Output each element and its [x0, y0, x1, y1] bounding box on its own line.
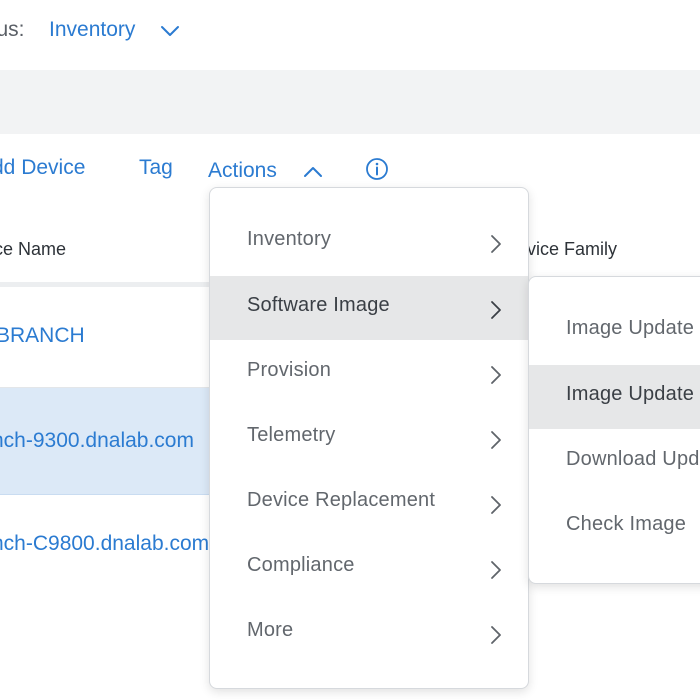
submenu-item-download-updates[interactable]: Download Updates — [529, 430, 700, 494]
chevron-right-icon — [491, 561, 501, 579]
column-header-device-family[interactable]: evice Family — [517, 239, 617, 260]
submenu-item-check-image[interactable]: Check Image — [529, 495, 700, 559]
app-window: cus: Inventory dd Device Tag Actions ce … — [0, 0, 700, 700]
focus-dropdown[interactable]: Inventory — [49, 18, 135, 42]
chevron-down-icon[interactable] — [159, 22, 181, 40]
submenu-item-label: Image Update — [566, 317, 695, 339]
chevron-right-icon — [491, 366, 501, 384]
device-name-link[interactable]: BRANCH — [0, 324, 85, 348]
menu-item-label: Telemetry — [247, 424, 336, 446]
submenu-item-label: Check Image — [566, 513, 687, 535]
chevron-up-icon[interactable] — [302, 164, 324, 180]
menu-item-label: Provision — [247, 359, 332, 381]
menu-item-more[interactable]: More — [210, 601, 528, 665]
info-icon[interactable] — [365, 157, 389, 181]
chevron-right-icon — [491, 235, 501, 253]
chevron-right-icon — [491, 431, 501, 449]
focus-bar: cus: Inventory — [0, 0, 700, 68]
menu-item-device-replacement[interactable]: Device Replacement — [210, 471, 528, 535]
submenu-item-image-update-selected[interactable]: Image Update — [529, 365, 700, 429]
filter-bar — [0, 70, 700, 134]
actions-button[interactable]: Actions — [208, 159, 277, 183]
menu-item-label: Compliance — [247, 554, 355, 576]
chevron-right-icon — [491, 496, 501, 514]
device-name-link[interactable]: nch-9300.dnalab.com — [0, 429, 194, 453]
focus-label: cus: — [0, 18, 25, 41]
submenu-item-image-update[interactable]: Image Update — [529, 299, 700, 363]
menu-item-compliance[interactable]: Compliance — [210, 536, 528, 600]
submenu-item-label: Download Updates — [566, 448, 700, 470]
menu-item-provision[interactable]: Provision — [210, 341, 528, 405]
device-name-link[interactable]: nch-C9800.dnalab.com — [0, 532, 209, 556]
software-image-submenu: Image Update Image Update Download Updat… — [528, 276, 700, 584]
tag-button[interactable]: Tag — [139, 156, 173, 180]
menu-item-label: Device Replacement — [247, 489, 436, 511]
chevron-right-icon — [491, 301, 501, 319]
menu-item-telemetry[interactable]: Telemetry — [210, 406, 528, 470]
menu-item-label: Inventory — [247, 228, 332, 250]
add-device-button[interactable]: dd Device — [0, 156, 85, 180]
chevron-right-icon — [491, 626, 501, 644]
menu-item-software-image[interactable]: Software Image — [210, 276, 528, 340]
submenu-item-label: Image Update — [566, 383, 695, 405]
menu-item-label: More — [247, 619, 294, 641]
menu-item-label: Software Image — [247, 294, 390, 316]
column-header-device-name[interactable]: ce Name — [0, 239, 66, 260]
menu-item-inventory[interactable]: Inventory — [210, 210, 528, 274]
actions-menu: Inventory Software Image Provision Telem… — [209, 187, 529, 689]
